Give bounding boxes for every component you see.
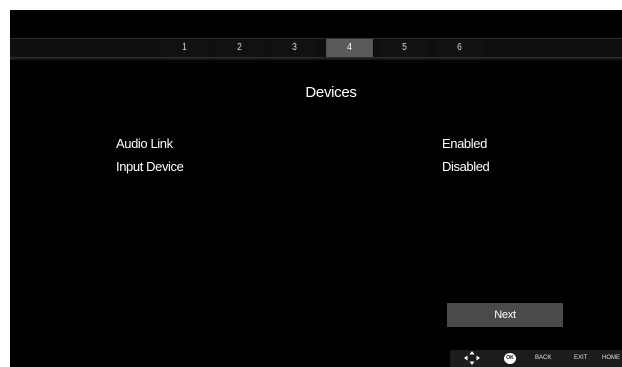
navigation-arrows-icon bbox=[464, 351, 480, 365]
setting-label: Input Device bbox=[116, 159, 184, 174]
setting-label: Audio Link bbox=[116, 136, 173, 151]
step-6: 6 bbox=[436, 39, 483, 57]
home-hint: HOME bbox=[602, 355, 620, 361]
setting-value: Enabled bbox=[442, 136, 487, 151]
ok-button-icon: OK bbox=[504, 353, 516, 364]
step-progress-bar: 1 2 3 4 5 6 bbox=[10, 38, 622, 60]
step-3: 3 bbox=[271, 39, 318, 57]
next-button[interactable]: Next bbox=[447, 303, 563, 327]
setup-screen: 1 2 3 4 5 6 Devices Audio Link Enabled I… bbox=[10, 10, 622, 367]
step-1: 1 bbox=[161, 39, 208, 57]
step-5: 5 bbox=[381, 39, 428, 57]
step-2: 2 bbox=[216, 39, 263, 57]
setting-row-input-device[interactable]: Input Device Disabled bbox=[116, 159, 516, 177]
step-4-current: 4 bbox=[326, 39, 373, 57]
setting-value: Disabled bbox=[442, 159, 490, 174]
setting-row-audio-link[interactable]: Audio Link Enabled bbox=[116, 136, 516, 154]
exit-hint: EXIT bbox=[574, 355, 588, 361]
back-hint: BACK bbox=[535, 355, 552, 361]
remote-help-bar: OK BACK EXIT HOME bbox=[450, 350, 622, 367]
step-bar-divider bbox=[10, 58, 622, 60]
page-title: Devices bbox=[305, 84, 357, 101]
